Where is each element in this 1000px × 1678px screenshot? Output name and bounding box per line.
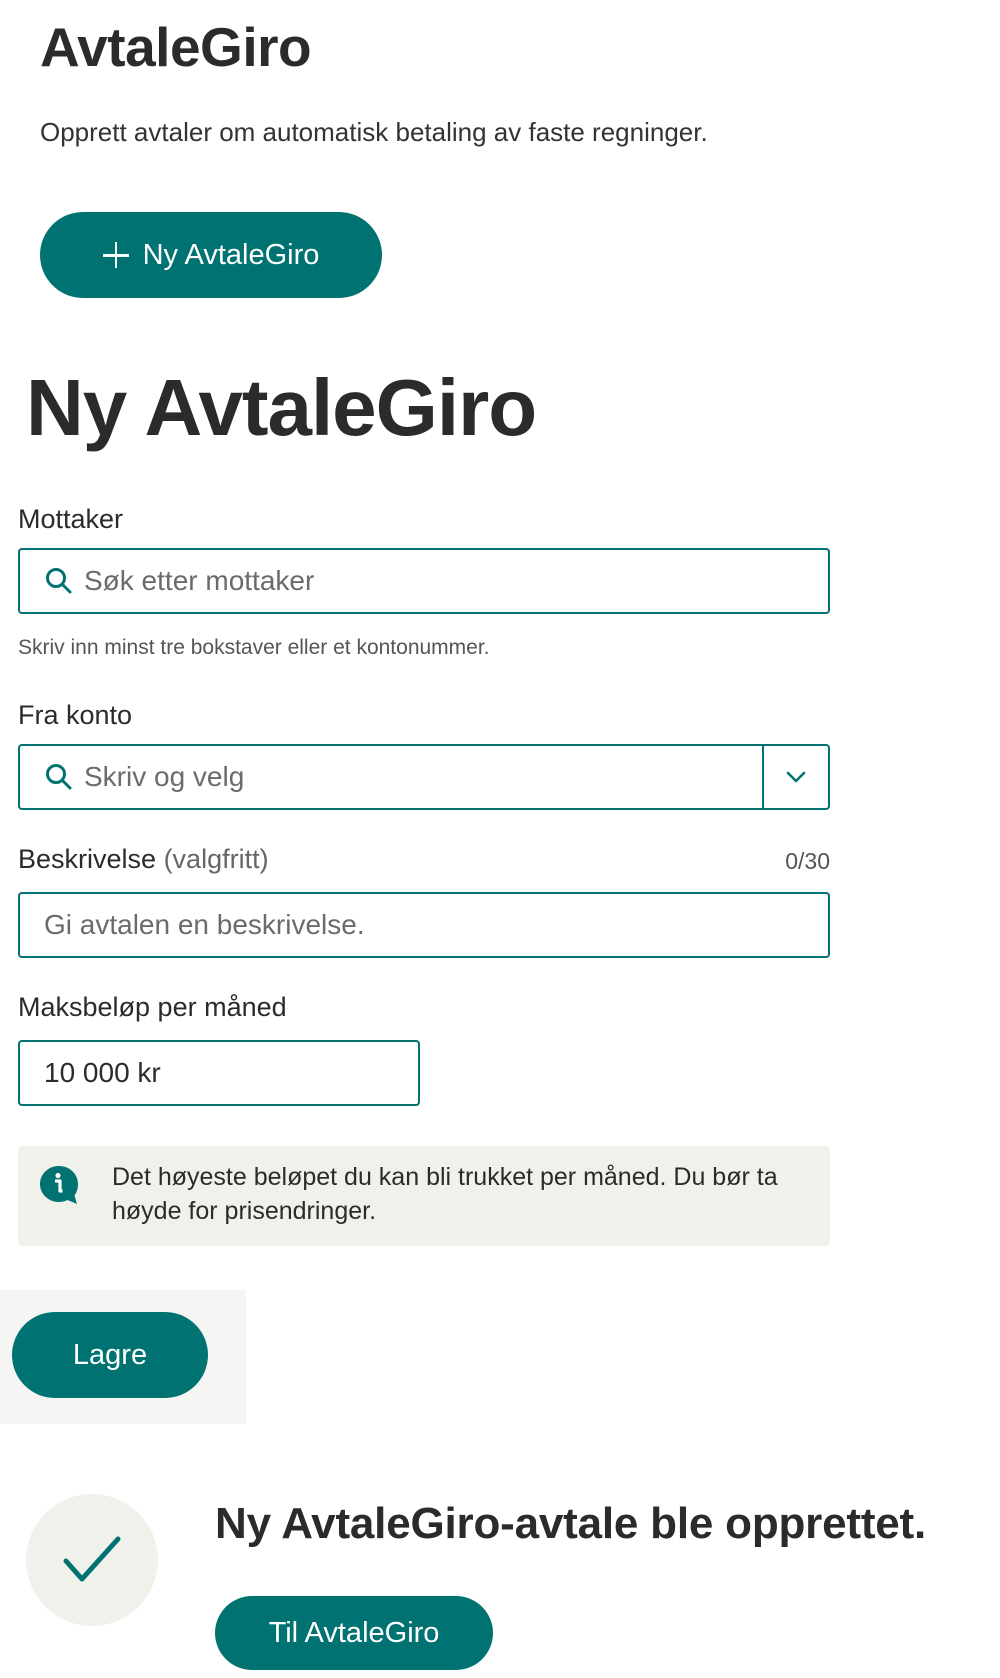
max-amount-label: Maksbeløp per måned (18, 992, 287, 1022)
description-field (18, 892, 830, 958)
search-icon (46, 764, 72, 790)
form-title: Ny AvtaleGiro (26, 363, 537, 452)
recipient-search-input[interactable] (84, 550, 828, 612)
description-optional-label: (valgfritt) (163, 844, 269, 874)
description-char-counter: 0/30 (785, 848, 830, 874)
from-account-label: Fra konto (18, 700, 133, 730)
info-icon (40, 1166, 78, 1204)
from-account-combobox (18, 744, 830, 810)
success-message: Ny AvtaleGiro-avtale ble opprettet. (215, 1499, 927, 1548)
new-avtalegiro-button[interactable]: Ny AvtaleGiro (40, 212, 382, 298)
from-account-dropdown-button[interactable] (762, 746, 828, 808)
go-to-avtalegiro-button[interactable]: Til AvtaleGiro (215, 1596, 493, 1670)
max-amount-input[interactable] (44, 1042, 418, 1104)
description-input[interactable] (44, 894, 828, 956)
info-text: Det høyeste beløpet du kan bli trukket p… (112, 1163, 778, 1225)
page-title: AvtaleGiro (40, 16, 312, 78)
recipient-hint: Skriv inn minst tre bokstaver eller et k… (18, 636, 490, 659)
save-button[interactable]: Lagre (12, 1312, 208, 1398)
from-account-input[interactable] (84, 746, 762, 808)
description-label: Beskrivelse (valgfritt) (18, 842, 269, 876)
info-box: Det høyeste beløpet du kan bli trukket p… (18, 1146, 830, 1246)
description-label-text: Beskrivelse (18, 844, 157, 874)
page-subtitle: Opprett avtaler om automatisk betaling a… (40, 117, 708, 147)
max-amount-field (18, 1040, 420, 1106)
recipient-field (18, 548, 830, 614)
chevron-down-icon (786, 771, 806, 783)
search-icon (46, 568, 72, 594)
checkmark-icon (63, 1536, 121, 1582)
plus-icon (102, 242, 129, 268)
new-avtalegiro-button-label: Ny AvtaleGiro (142, 238, 320, 271)
success-badge (26, 1494, 158, 1626)
recipient-label: Mottaker (18, 504, 124, 534)
